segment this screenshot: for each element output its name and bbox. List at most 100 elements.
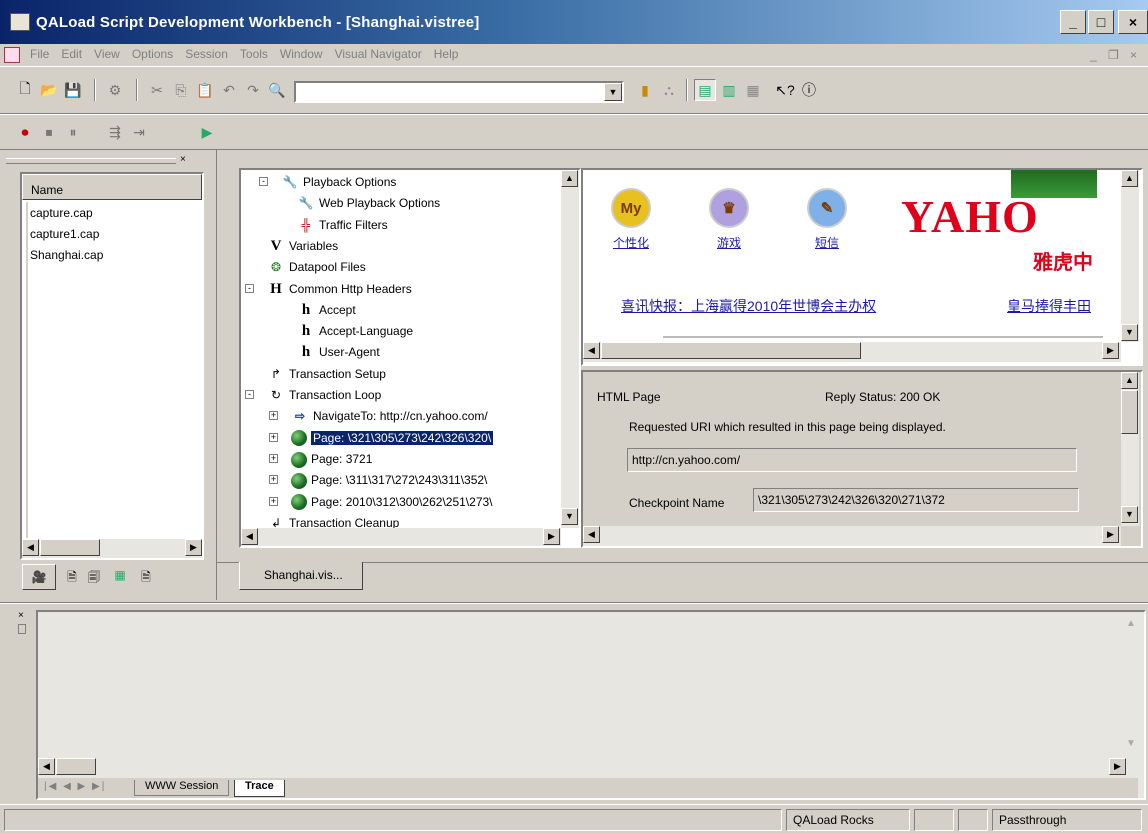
save-icon[interactable]: 💾	[62, 79, 84, 101]
details-vscroll-thumb[interactable]	[1121, 390, 1138, 434]
browser-scroll-right-icon[interactable]: ▶	[1102, 342, 1119, 359]
menu-window[interactable]: Window	[274, 44, 329, 64]
tree-node[interactable]: Page: 3721	[291, 449, 372, 469]
toolbar-combo[interactable]: ▼	[294, 81, 624, 103]
capture-tab-icon[interactable]: 🎥	[22, 564, 56, 590]
chart-icon[interactable]: ▮	[634, 79, 656, 101]
copy-icon[interactable]: ⎘	[170, 79, 192, 101]
tree-expander-icon[interactable]: +	[269, 496, 278, 506]
title-bar[interactable]: QALoad Script Development Workbench - [S…	[0, 0, 1148, 44]
stop-icon[interactable]: ⏹	[38, 121, 60, 143]
menu-file[interactable]: File	[24, 44, 55, 64]
tree-node[interactable]: H Common Http Headers	[267, 279, 412, 299]
find-icon[interactable]: 🔍	[266, 79, 288, 101]
log-tab-icon[interactable]: 🗎	[136, 568, 156, 586]
context-help-icon[interactable]: ↖?	[774, 79, 796, 101]
tab-www-session[interactable]: WWW Session	[134, 780, 230, 796]
browser-scroll-down-icon[interactable]: ▼	[1121, 324, 1138, 341]
convert-icon[interactable]: ⇶	[104, 121, 126, 143]
trace-vscroll[interactable]: ▲ ▼	[1124, 612, 1142, 758]
mdi-restore-button[interactable]: ❐	[1108, 48, 1119, 62]
list-hscroll[interactable]: ◀ ▶	[22, 539, 202, 558]
menu-edit[interactable]: Edit	[55, 44, 88, 64]
browser-hscroll-thumb[interactable]	[601, 342, 861, 359]
cut-icon[interactable]: ✂	[146, 79, 168, 101]
playback-icon[interactable]: ▶	[196, 121, 218, 143]
mdi-minimize-button[interactable]: _	[1090, 48, 1097, 62]
browser-vscroll[interactable]: ▲ ▼	[1121, 170, 1139, 342]
tree-scroll-left-icon[interactable]: ◀	[241, 528, 258, 545]
news-link-2[interactable]: 皇马捧得丰田	[1007, 296, 1091, 316]
details-scroll-down-icon[interactable]: ▼	[1121, 506, 1138, 523]
trace-scroll-left-icon[interactable]: ◀	[38, 758, 55, 775]
split-view-icon[interactable]: ▥	[718, 79, 740, 101]
menu-tools[interactable]: Tools	[234, 44, 274, 64]
tab-trace[interactable]: Trace	[234, 780, 285, 797]
file-list-item[interactable]: capture.cap	[30, 206, 93, 220]
menu-session[interactable]: Session	[179, 44, 234, 64]
trace-hscroll-thumb[interactable]	[56, 758, 96, 775]
undo-icon[interactable]: ↶	[218, 79, 240, 101]
tree-node[interactable]: ⇨ NavigateTo: http://cn.yahoo.com/	[291, 406, 488, 426]
details-scroll-right-icon[interactable]: ▶	[1102, 526, 1119, 543]
tree-node[interactable]: Page: \321\305\273\242\326\320\	[291, 428, 494, 448]
tree-node[interactable]: Page: 2010\312\300\262\251\273\	[291, 492, 493, 512]
scroll-down-icon[interactable]: ▼	[561, 508, 578, 525]
file-list-item[interactable]: Shanghai.cap	[30, 248, 103, 262]
browser-scroll-left-icon[interactable]: ◀	[583, 342, 600, 359]
tree-node[interactable]: ↲ Transaction Cleanup	[267, 513, 399, 528]
scroll-up-icon[interactable]: ▲	[561, 170, 578, 187]
minimize-button[interactable]: _	[1060, 10, 1086, 34]
output-close-icon[interactable]: ×	[18, 610, 24, 621]
yahoo-service-link[interactable]: ✎ 短信	[797, 188, 857, 251]
tree-node[interactable]: Page: \311\317\272\243\311\352\	[291, 470, 487, 490]
tree-expander-icon[interactable]: -	[259, 177, 268, 186]
help-icon[interactable]: ⓘ	[798, 79, 820, 101]
tree-expander-icon[interactable]: +	[269, 453, 278, 463]
maximize-button[interactable]: □	[1088, 10, 1114, 34]
multi-script-tab-icon[interactable]: 🗐	[84, 568, 104, 586]
tree-hscroll[interactable]: ◀ ▶	[241, 528, 561, 546]
compile-icon[interactable]: ⚙	[104, 79, 126, 101]
tree-expander-icon[interactable]: +	[269, 411, 278, 421]
panel-close-icon[interactable]: ×	[180, 154, 186, 165]
tree-node[interactable]: h Accept-Language	[297, 321, 413, 341]
datapool-tab-icon[interactable]: ▦	[110, 568, 130, 586]
tree-expander-icon[interactable]: -	[245, 283, 254, 293]
tree-node[interactable]: V Variables	[267, 236, 339, 256]
pause-icon[interactable]: ⏸	[62, 121, 84, 143]
paste-icon[interactable]: 📋	[194, 79, 216, 101]
trace-scroll-right-icon[interactable]: ▶	[1109, 758, 1126, 775]
browser-hscroll[interactable]: ◀ ▶	[583, 342, 1121, 362]
tree-node[interactable]: 🔧 Playback Options	[281, 172, 397, 192]
menu-visual-navigator[interactable]: Visual Navigator	[329, 44, 428, 64]
script-tab-icon[interactable]: 🗎	[62, 568, 82, 586]
trace-scroll-up-icon[interactable]: ▲	[1126, 618, 1136, 629]
tree-expander-icon[interactable]: -	[245, 390, 254, 399]
yahoo-service-link[interactable]: My 个性化	[601, 188, 661, 251]
tree-node[interactable]: ↻ Transaction Loop	[267, 385, 381, 405]
news-link-1[interactable]: 喜讯快报：上海赢得2010年世博会主办权	[621, 296, 876, 316]
scroll-right-icon[interactable]: ▶	[185, 539, 202, 556]
insert-icon[interactable]: ⇥	[128, 121, 150, 143]
graph-icon[interactable]: ⛬	[658, 79, 680, 101]
tree-vscroll[interactable]: ▲ ▼	[561, 170, 579, 528]
details-hscroll[interactable]: ◀ ▶	[583, 526, 1121, 546]
list-header-name[interactable]: Name	[22, 174, 202, 200]
grid-view-icon[interactable]: ▦	[742, 79, 764, 101]
document-tab[interactable]: Shanghai.vis...	[239, 562, 363, 590]
tree-node[interactable]: ╬ Traffic Filters	[297, 215, 388, 235]
tree-node[interactable]: 🔧 Web Playback Options	[297, 193, 441, 213]
tree-node[interactable]: ↱ Transaction Setup	[267, 364, 386, 384]
tree-expander-icon[interactable]: +	[269, 432, 278, 442]
redo-icon[interactable]: ↷	[242, 79, 264, 101]
tree-expander-icon[interactable]: +	[269, 475, 278, 485]
combo-dropdown-icon[interactable]: ▼	[604, 83, 622, 101]
output-gripper[interactable]	[18, 624, 26, 634]
tab-nav-buttons[interactable]: |◀ ◀ ▶ ▶|	[44, 781, 124, 795]
tree-node[interactable]: h Accept	[297, 300, 356, 320]
checkpoint-field[interactable]: \321\305\273\242\326\320\271\372	[753, 488, 1079, 512]
tree-node[interactable]: ❂ Datapool Files	[267, 257, 366, 277]
menu-help[interactable]: Help	[428, 44, 465, 64]
scroll-left-icon[interactable]: ◀	[22, 539, 39, 556]
